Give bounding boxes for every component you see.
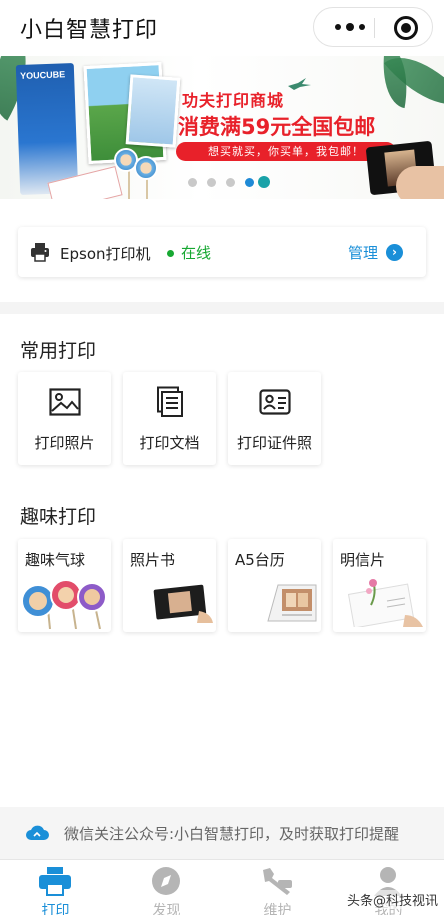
mini-program-capsule xyxy=(313,7,433,47)
cloud-icon xyxy=(26,825,49,840)
tab-label: 打印 xyxy=(41,903,70,915)
notice-text: 微信关注公众号:小白智慧打印，及时获取打印提醒 xyxy=(64,825,400,843)
postcard-image xyxy=(347,579,423,627)
tab-maintain[interactable]: 维护 xyxy=(222,860,333,915)
nav-bar: 小白智慧打印 xyxy=(0,0,444,56)
compass-icon xyxy=(152,867,180,895)
printer-status-card[interactable]: Epson打印机 在线 管理 › xyxy=(18,227,426,277)
print-document-tile[interactable]: 打印文档 xyxy=(123,372,216,465)
id-card-icon xyxy=(259,389,291,415)
paper-brand-label: YOUCUBE xyxy=(19,69,66,81)
carousel-dot[interactable] xyxy=(188,177,197,187)
online-status-dot xyxy=(167,250,174,257)
tile-label: 打印证件照 xyxy=(236,434,312,452)
photo-lollipop-image xyxy=(134,156,158,180)
printer-name: Epson打印机 xyxy=(60,245,151,263)
tile-label: 打印文档 xyxy=(139,434,200,452)
sky-photo-image xyxy=(125,74,181,148)
printer-status: 在线 xyxy=(181,244,212,262)
tab-print[interactable]: 打印 xyxy=(0,860,111,915)
section-divider xyxy=(0,302,444,314)
chevron-right-icon[interactable]: › xyxy=(386,244,403,261)
tab-discover[interactable]: 发现 xyxy=(111,860,222,915)
carousel-dot-active[interactable] xyxy=(245,177,254,187)
print-photo-tile[interactable]: 打印照片 xyxy=(18,372,111,465)
carousel-dot[interactable] xyxy=(258,176,270,188)
page-title: 小白智慧打印 xyxy=(20,18,159,43)
fun-print-title: 趣味打印 xyxy=(20,506,97,528)
photo-icon xyxy=(49,388,81,416)
banner-slogan: 想买就买，你买单，我包邮！ xyxy=(176,142,396,161)
print-id-photo-tile[interactable]: 打印证件照 xyxy=(228,372,321,465)
carousel-indicator xyxy=(188,176,270,188)
tile-label: 打印照片 xyxy=(34,434,95,452)
hand-image xyxy=(396,166,444,199)
desk-calendar-image xyxy=(267,584,317,622)
fun-desk-calendar-tile[interactable]: A5台历 xyxy=(228,539,321,632)
wrench-icon xyxy=(263,868,292,895)
target-close-icon[interactable] xyxy=(394,16,418,40)
watermark-text: 头条@科技视讯 xyxy=(345,890,441,909)
manage-printer-link[interactable]: 管理 xyxy=(348,242,378,263)
printer-icon xyxy=(39,867,71,896)
tile-label: 照片书 xyxy=(130,551,176,569)
photo-book-image xyxy=(153,584,213,623)
printer-icon xyxy=(31,243,49,262)
follow-notice-bar[interactable]: 微信关注公众号:小白智慧打印，及时获取打印提醒 xyxy=(0,807,444,859)
tab-label: 发现 xyxy=(152,903,181,915)
more-dots-icon[interactable] xyxy=(330,8,370,46)
carousel-dot[interactable] xyxy=(207,177,216,187)
carousel-dot[interactable] xyxy=(226,177,235,187)
tile-label: 明信片 xyxy=(340,551,386,569)
tile-label: A5台历 xyxy=(235,551,285,569)
hummingbird-icon xyxy=(288,78,311,90)
document-icon xyxy=(157,386,183,417)
common-print-title: 常用打印 xyxy=(20,340,97,362)
banner-offer: 消费满59元全国包邮 xyxy=(178,115,376,139)
balloon-photo-image xyxy=(21,579,107,629)
tab-label: 维护 xyxy=(263,903,292,915)
fun-balloon-tile[interactable]: 趣味气球 xyxy=(18,539,111,632)
promo-banner[interactable]: YOUCUBE 功夫打印商城 消费满59元全国包邮 想买就买，你买单，我包邮！ xyxy=(0,56,444,199)
photo-paper-box-image: YOUCUBE xyxy=(15,63,79,195)
banner-headline: 功夫打印商城 xyxy=(182,91,285,110)
tile-label: 趣味气球 xyxy=(25,551,86,569)
fun-postcard-tile[interactable]: 明信片 xyxy=(333,539,426,632)
capsule-divider xyxy=(374,18,375,38)
fun-photo-book-tile[interactable]: 照片书 xyxy=(123,539,216,632)
